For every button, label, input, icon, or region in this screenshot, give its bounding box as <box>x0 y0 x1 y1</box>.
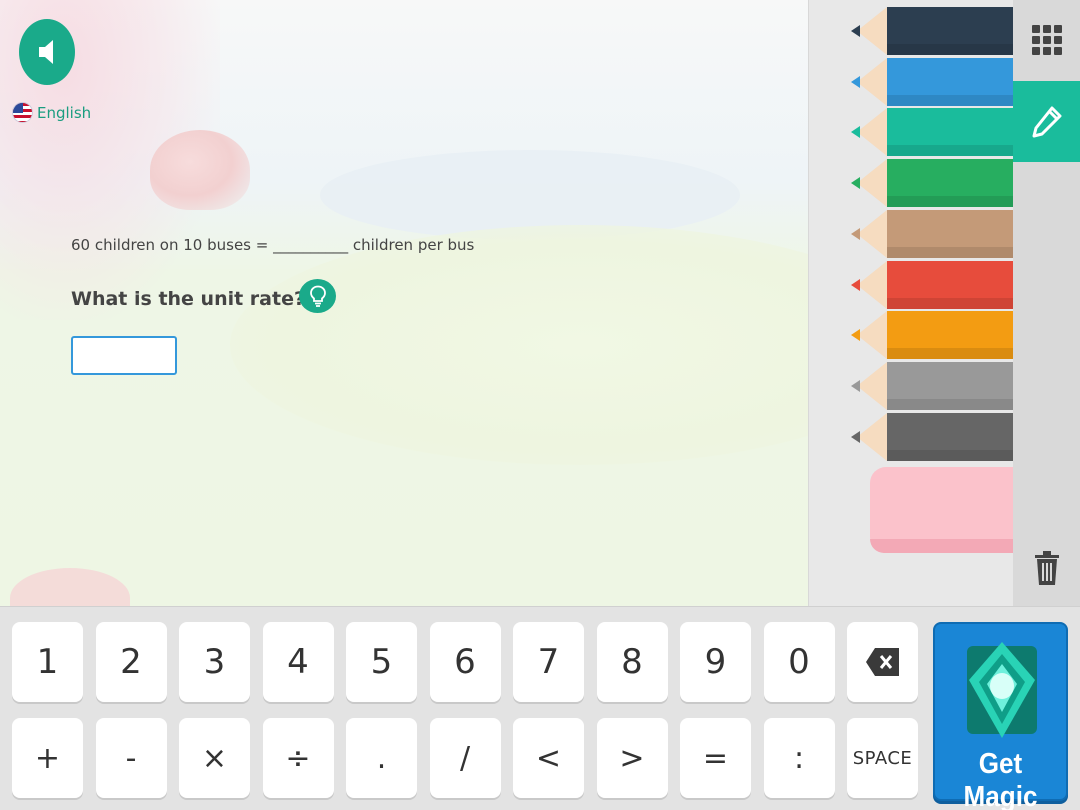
pencil-tip <box>857 260 887 309</box>
pencil-color-4[interactable] <box>851 159 1014 208</box>
key-symbol-4[interactable]: ÷ <box>262 718 334 798</box>
pencil-body <box>887 57 1014 106</box>
key-digit-7[interactable]: 7 <box>513 622 584 702</box>
key-digit-4[interactable]: 4 <box>262 622 334 702</box>
pencil-tip <box>857 7 887 55</box>
pencil-lead <box>851 75 860 88</box>
pencil-body <box>887 7 1014 55</box>
hint-button[interactable] <box>299 279 336 313</box>
background-mushroom <box>150 130 250 210</box>
math-keypad: 1234567890 + - × ÷. / < > =: SPACE Get Magic <box>0 606 1080 810</box>
pencil-tip <box>857 311 887 360</box>
language-selector[interactable]: English <box>12 102 91 123</box>
backspace-icon <box>865 648 899 676</box>
key-digit-1[interactable]: 1 <box>12 622 83 702</box>
key-symbol-10[interactable]: : <box>763 718 835 798</box>
background-hill <box>230 225 808 465</box>
pencil-icon <box>1032 106 1061 137</box>
pencil-tip <box>857 361 887 410</box>
question-prompt: What is the unit rate? <box>71 288 305 310</box>
pencil-color-3[interactable] <box>851 108 1014 157</box>
pencil-body <box>887 108 1014 157</box>
key-symbol-1[interactable]: + <box>12 718 83 798</box>
pencil-body <box>887 209 1014 258</box>
get-magic-button[interactable]: Get Magic <box>933 622 1068 810</box>
eraser[interactable] <box>870 467 1014 553</box>
pencil-lead <box>851 379 860 392</box>
pencil-color-7[interactable] <box>851 311 1014 360</box>
key-symbol-8[interactable]: > <box>596 718 668 798</box>
key-symbol-5[interactable]: . <box>346 718 417 798</box>
audio-button[interactable] <box>19 19 75 85</box>
language-label: English <box>37 103 92 122</box>
pencil-lead <box>851 227 860 240</box>
key-digit-8[interactable]: 8 <box>596 622 668 702</box>
pencil-color-5[interactable] <box>851 209 1014 258</box>
magic-gem-icon <box>967 642 1037 738</box>
key-symbol-2[interactable]: - <box>95 718 167 798</box>
get-magic-label: Get Magic <box>963 748 1038 810</box>
key-digit-5[interactable]: 5 <box>346 622 417 702</box>
space-key[interactable]: SPACE <box>847 718 918 798</box>
pencil-lead <box>851 126 860 139</box>
key-digit-9[interactable]: 9 <box>680 622 751 702</box>
pencil-tip <box>857 57 887 106</box>
pencil-lead <box>851 177 860 190</box>
lightbulb-icon <box>309 285 326 307</box>
pencil-color-6[interactable] <box>851 260 1014 309</box>
drawing-panel <box>808 0 1014 606</box>
speaker-icon <box>39 40 53 64</box>
pencil-tool-button[interactable] <box>1013 81 1080 162</box>
trash-icon <box>1034 551 1059 585</box>
pencil-tip <box>857 209 887 258</box>
pencil-body <box>887 260 1014 309</box>
keypad-grid-icon <box>1031 25 1062 55</box>
pencil-body <box>887 159 1014 208</box>
pencil-tip <box>857 108 887 157</box>
keypad-toggle-button[interactable] <box>1013 0 1080 80</box>
backspace-key[interactable] <box>847 622 918 702</box>
pencil-color-9[interactable] <box>851 412 1014 461</box>
pencil-color-1[interactable] <box>851 7 1014 55</box>
pencil-color-2[interactable] <box>851 57 1014 106</box>
key-symbol-3[interactable]: × <box>179 718 250 798</box>
us-flag-icon <box>12 102 33 123</box>
pencil-tip <box>857 412 887 461</box>
key-digit-6[interactable]: 6 <box>429 622 501 702</box>
pencil-body <box>887 311 1014 360</box>
pencil-lead <box>851 25 860 37</box>
key-symbol-7[interactable]: < <box>513 718 584 798</box>
pencil-body <box>887 412 1014 461</box>
pencil-body <box>887 361 1014 410</box>
background-mushroom-bottom <box>10 568 130 606</box>
key-symbol-9[interactable]: = <box>680 718 751 798</box>
key-digit-3[interactable]: 3 <box>179 622 250 702</box>
tool-strip <box>1013 0 1080 606</box>
pencil-tip <box>857 159 887 208</box>
pencil-lead <box>851 430 860 443</box>
clear-drawing-button[interactable] <box>1013 530 1080 606</box>
key-symbol-6[interactable]: / <box>429 718 501 798</box>
pencil-color-8[interactable] <box>851 361 1014 410</box>
key-digit-2[interactable]: 2 <box>95 622 167 702</box>
pencil-lead <box>851 278 860 291</box>
answer-input[interactable] <box>71 336 177 375</box>
problem-text: 60 children on 10 buses = __________ chi… <box>71 236 475 254</box>
key-digit-0[interactable]: 0 <box>763 622 835 702</box>
pencil-lead <box>851 329 860 342</box>
